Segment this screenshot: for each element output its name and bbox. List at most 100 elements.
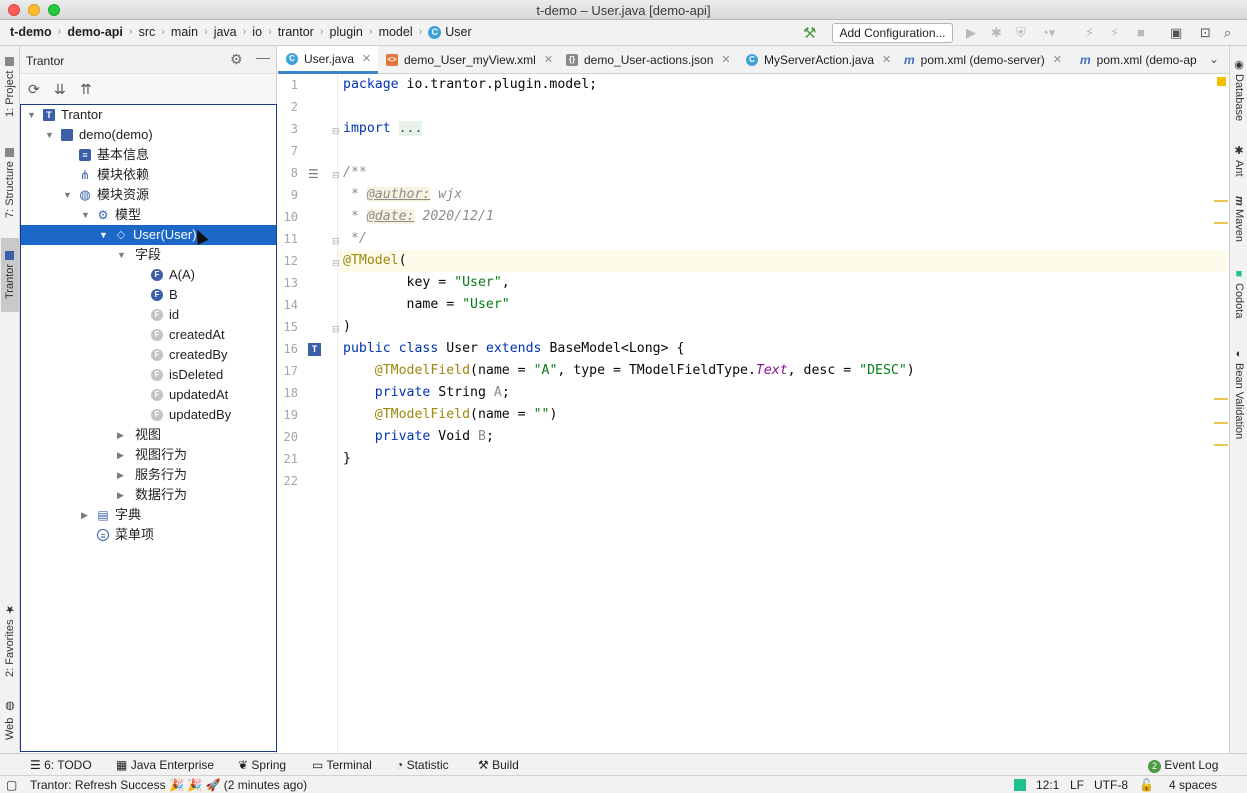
- tree-item[interactable]: ▶ ▤ 字典: [21, 505, 276, 525]
- debug-icon[interactable]: ✱: [991, 25, 1002, 41]
- tree-item[interactable]: ≡ 菜单项: [21, 525, 276, 545]
- caret-position[interactable]: 12:1: [1036, 778, 1059, 792]
- breadcrumb-item[interactable]: src: [139, 25, 156, 39]
- indent-settings[interactable]: 4 spaces: [1169, 778, 1217, 792]
- chevron-right-icon[interactable]: ▶: [117, 445, 124, 465]
- status-message[interactable]: Trantor: Refresh Success 🎉 🎉 🚀 (2 minute…: [30, 778, 307, 792]
- chevron-down-icon[interactable]: ⌄: [1209, 52, 1219, 66]
- lock-icon[interactable]: 🔓: [1139, 778, 1154, 792]
- tree-item[interactable]: FisDeleted: [21, 365, 276, 385]
- project-tool-tab[interactable]: 1: Project: [1, 54, 19, 120]
- event-log-button[interactable]: 2 Event Log: [1148, 758, 1218, 773]
- stripe-marker[interactable]: [1214, 398, 1228, 400]
- project-structure-icon[interactable]: ▣: [1170, 25, 1182, 41]
- codota-status-icon[interactable]: [1014, 779, 1026, 791]
- close-tab-icon[interactable]: ✕: [882, 46, 891, 74]
- web-tool-tab[interactable]: Web ◍: [1, 696, 19, 744]
- tree-item[interactable]: FupdatedBy: [21, 405, 276, 425]
- close-tab-icon[interactable]: ✕: [721, 46, 730, 74]
- codota-tool-tab[interactable]: ■ Codota: [1231, 268, 1247, 328]
- build-tool-button[interactable]: ⚒ Build: [478, 758, 519, 772]
- maven-tool-tab[interactable]: m Maven: [1231, 196, 1247, 252]
- stripe-marker[interactable]: [1214, 422, 1228, 424]
- breadcrumb-item[interactable]: t-demo: [10, 25, 52, 39]
- expand-all-icon[interactable]: ⇊: [54, 81, 66, 98]
- breadcrumb-item[interactable]: trantor: [278, 25, 314, 39]
- tab-myserveraction-java[interactable]: C MyServerAction.java ✕: [738, 46, 896, 74]
- tab-actions-json[interactable]: {} demo_User-actions.json ✕: [558, 46, 738, 74]
- reload-icon[interactable]: ⚡: [1110, 25, 1119, 41]
- search-everywhere-icon[interactable]: ⌕: [1224, 25, 1231, 41]
- breadcrumb-item[interactable]: plugin: [330, 25, 363, 39]
- structure-tool-tab[interactable]: 7: Structure: [1, 142, 19, 224]
- close-tab-icon[interactable]: ✕: [362, 45, 371, 73]
- tree-item[interactable]: ▼ ◇ User(User): [21, 225, 276, 245]
- tab-user-java[interactable]: C User.java ✕: [278, 46, 378, 74]
- breadcrumb-item[interactable]: main: [171, 25, 198, 39]
- tree-item[interactable]: FcreatedBy: [21, 345, 276, 365]
- tree-item[interactable]: ▼ demo(demo): [21, 125, 276, 145]
- tree-item[interactable]: ▶ 视图行为: [21, 445, 276, 465]
- breadcrumb-item[interactable]: demo-api: [67, 25, 123, 39]
- tree-item[interactable]: ▼ ⚙ 模型: [21, 205, 276, 225]
- tree-item[interactable]: ⋔ 模块依赖: [21, 165, 276, 185]
- breadcrumb-item[interactable]: model: [379, 25, 413, 39]
- tree-item[interactable]: ▶ 视图: [21, 425, 276, 445]
- code-editor[interactable]: package io.trantor.plugin.model; import …: [339, 74, 1229, 753]
- tree-item[interactable]: F A(A): [21, 265, 276, 285]
- trantor-tool-tab[interactable]: Trantor: [1, 238, 19, 312]
- chevron-right-icon[interactable]: ▶: [117, 485, 124, 505]
- spring-tool-button[interactable]: ❦ Spring: [238, 758, 286, 772]
- gear-icon[interactable]: ⚙: [230, 51, 243, 68]
- close-tab-icon[interactable]: ✕: [1053, 46, 1062, 74]
- tree-item[interactable]: FupdatedAt: [21, 385, 276, 405]
- status-icon[interactable]: ▢: [6, 778, 17, 792]
- inspection-status-icon[interactable]: [1217, 77, 1226, 86]
- tree-item[interactable]: FB: [21, 285, 276, 305]
- tree-item[interactable]: ▼ ◍ 模块资源: [21, 185, 276, 205]
- folded-imports[interactable]: ...: [398, 121, 423, 136]
- collapse-all-icon[interactable]: ⇈: [80, 81, 92, 98]
- chevron-down-icon[interactable]: ▼: [117, 245, 126, 265]
- tree-item[interactable]: ▼ T Trantor: [21, 105, 276, 125]
- profile-icon[interactable]: ◔▾: [1041, 25, 1055, 41]
- chevron-down-icon[interactable]: ▼: [45, 125, 54, 145]
- chevron-right-icon[interactable]: ▶: [117, 465, 124, 485]
- database-tool-tab[interactable]: ◉ Database: [1231, 58, 1247, 130]
- stop-icon[interactable]: ■: [1137, 25, 1145, 40]
- java-enterprise-tool-button[interactable]: ▦ Java Enterprise: [116, 758, 214, 772]
- minimize-icon[interactable]: —: [256, 49, 270, 65]
- tree-item[interactable]: Fid: [21, 305, 276, 325]
- refresh-icon[interactable]: ⟳: [28, 81, 40, 98]
- tree-item[interactable]: FcreatedAt: [21, 325, 276, 345]
- chevron-down-icon[interactable]: ▼: [99, 225, 108, 245]
- stripe-marker[interactable]: [1214, 222, 1228, 224]
- chevron-right-icon[interactable]: ▶: [117, 425, 124, 445]
- tab-myview-xml[interactable]: <> demo_User_myView.xml ✕: [378, 46, 558, 74]
- coverage-icon[interactable]: ⛨: [1016, 25, 1026, 41]
- todo-tool-button[interactable]: ☰ 6: TODO: [30, 758, 92, 772]
- chevron-down-icon[interactable]: ▼: [63, 185, 72, 205]
- file-encoding[interactable]: UTF-8: [1094, 778, 1128, 792]
- trantor-gutter-icon[interactable]: T: [308, 343, 321, 356]
- terminal-tool-button[interactable]: ▭ Terminal: [312, 758, 372, 772]
- ant-tool-tab[interactable]: ✱ Ant: [1231, 144, 1247, 184]
- breadcrumb-item[interactable]: User: [445, 25, 471, 39]
- stripe-marker[interactable]: [1214, 444, 1228, 446]
- javadoc-render-icon[interactable]: ☰: [308, 167, 319, 181]
- bean-validation-tool-tab[interactable]: ◐ Bean Validation: [1231, 348, 1247, 452]
- close-tab-icon[interactable]: ✕: [544, 46, 553, 74]
- trantor-tree[interactable]: ▼ T Trantor ▼ demo(demo) ≡ 基本信息 ⋔ 模块依赖 ▼ ◍ 模块资源 ▼ ⚙ 模型…: [20, 104, 277, 752]
- terminal-window-icon[interactable]: ⊡: [1200, 25, 1211, 41]
- attach-icon[interactable]: ⚡: [1085, 25, 1094, 41]
- stripe-marker[interactable]: [1214, 200, 1228, 202]
- tree-item[interactable]: ▼ 字段: [21, 245, 276, 265]
- favorites-tool-tab[interactable]: 2: Favorites ★: [1, 598, 19, 682]
- tree-item[interactable]: ▶ 服务行为: [21, 465, 276, 485]
- breadcrumb-item[interactable]: io: [252, 25, 262, 39]
- chevron-down-icon[interactable]: ▼: [27, 105, 36, 125]
- add-configuration-button[interactable]: Add Configuration...: [832, 23, 953, 43]
- chevron-right-icon[interactable]: ▶: [81, 505, 88, 525]
- line-separator[interactable]: LF: [1070, 778, 1084, 792]
- run-icon[interactable]: ▶: [966, 25, 976, 41]
